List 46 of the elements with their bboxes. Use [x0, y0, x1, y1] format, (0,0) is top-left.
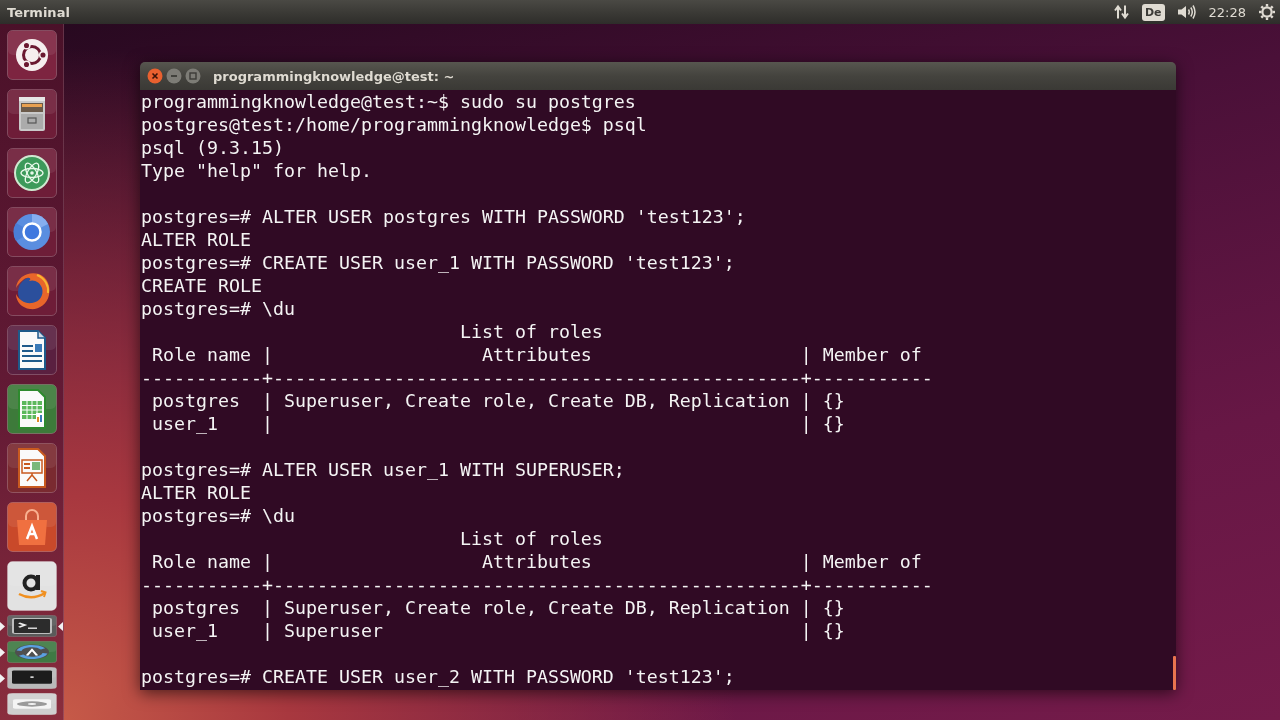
fox-globe-icon[interactable] [6, 266, 57, 316]
maximize-button[interactable] [185, 68, 201, 84]
terminal-line: user_1 | | {} [151, 413, 845, 434]
terminal-line: -----------+------------------------------------------------+----------- [141, 367, 933, 388]
terminal-line: postgres=# ALTER USER postgres WITH PASSWORD 'test123'; [141, 206, 746, 227]
app-title: Terminal [7, 4, 70, 20]
volume-icon[interactable] [1176, 4, 1197, 20]
terminal-line: CREATE ROLE [141, 275, 262, 296]
terminal-line: psql (9.3.15) [141, 137, 284, 158]
document-icon[interactable] [6, 325, 57, 375]
terminal-line: postgres=# ALTER USER user_1 WITH SUPERUSER; [141, 459, 625, 480]
atom-icon[interactable] [6, 148, 57, 198]
settings-icon[interactable] [1258, 3, 1276, 21]
terminal-line: ALTER ROLE [141, 482, 251, 503]
terminal-icon[interactable] [6, 615, 57, 637]
spreadsheet-icon[interactable] [6, 384, 57, 434]
network-arrows-icon[interactable] [1113, 4, 1130, 20]
scrollbar-thumb[interactable] [1173, 656, 1176, 690]
terminal-line: Role name | Attributes | Member of [151, 551, 922, 572]
terminal-line: List of roles [458, 321, 603, 342]
terminal-line: postgres=# CREATE USER user_1 WITH PASSWORD 'test123'; [141, 252, 735, 273]
keyboard-layout-indicator[interactable]: De [1141, 3, 1165, 21]
terminal-line: postgres=# CREATE USER user_2 WITH PASSWORD 'test123'; [141, 666, 735, 687]
file-drawer-icon[interactable] [6, 89, 57, 139]
terminal-line: postgres=# \du [141, 298, 295, 319]
terminal-line: ALTER ROLE [141, 229, 251, 250]
shopping-bag-icon[interactable] [6, 502, 57, 552]
terminal-line: postgres@test:/home/programmingknowledge$ psql [141, 114, 647, 135]
window-title: programmingknowledge@test: ~ [213, 68, 455, 84]
terminal-line: postgres=# \du [141, 505, 295, 526]
close-button[interactable] [147, 68, 163, 84]
terminal-line: Type "help" for help. [141, 160, 372, 181]
ring-logo-icon[interactable] [6, 30, 57, 80]
terminal-line: -----------+------------------------------------------------+----------- [141, 574, 933, 595]
clock[interactable]: 22:28 [1208, 4, 1246, 20]
circular-arrows-icon[interactable] [6, 641, 57, 663]
monitor-icon[interactable] [6, 667, 57, 689]
terminal-line: user_1 | Superuser | {} [151, 620, 845, 641]
terminal-line: postgres | Superuser, Create role, Create DB, Replication | {} [151, 390, 845, 411]
minimize-button[interactable] [166, 68, 182, 84]
presentation-icon[interactable] [6, 443, 57, 493]
terminal-line: programmingknowledge@test:~$ sudo su postgres [141, 91, 636, 112]
terminal-line: postgres | Superuser, Create role, Create DB, Replication | {} [151, 597, 845, 618]
disc-drive-icon[interactable] [6, 693, 57, 715]
terminal-line: List of roles [458, 528, 603, 549]
terminal-line: Role name | Attributes | Member of [151, 344, 922, 365]
